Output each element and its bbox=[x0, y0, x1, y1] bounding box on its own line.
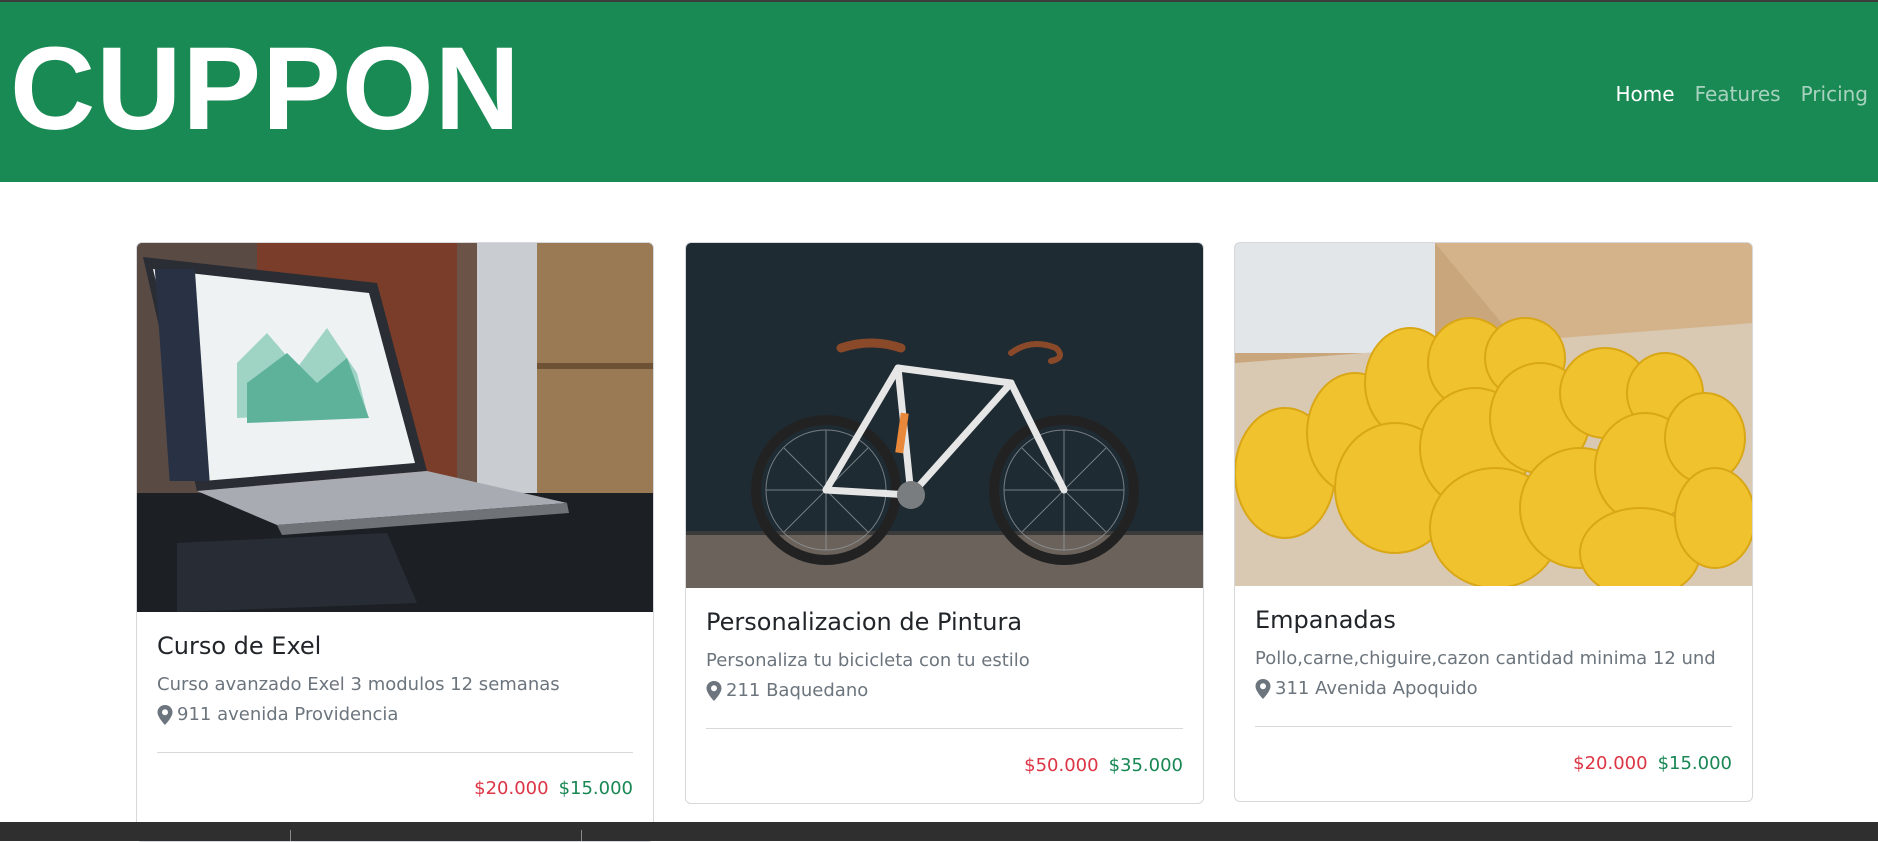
card-prices: $50.000 $35.000 bbox=[1024, 755, 1183, 776]
card-description: Pollo,carne,chiguire,cazon cantidad mini… bbox=[1255, 648, 1716, 669]
card-prices: $20.000 $15.000 bbox=[474, 778, 633, 799]
bicycle-photo bbox=[686, 243, 1203, 588]
deal-card-empanadas[interactable]: Empanadas Pollo,carne,chiguire,cazon can… bbox=[1234, 242, 1753, 802]
laptop-photo bbox=[137, 243, 653, 612]
card-address: 311 Avenida Apoquido bbox=[1255, 674, 1732, 704]
discount-price: $15.000 bbox=[1657, 753, 1732, 774]
bottom-taskbar bbox=[0, 822, 1878, 841]
card-address-text: 911 avenida Providencia bbox=[177, 704, 399, 725]
map-pin-icon bbox=[157, 705, 173, 725]
nav-menu: Home Features Pricing bbox=[1616, 82, 1868, 106]
nav-features-link[interactable]: Features bbox=[1695, 82, 1781, 106]
brand-logo[interactable]: CUPPON bbox=[10, 30, 521, 148]
card-title: Personalizacion de Pintura bbox=[706, 608, 1023, 636]
card-title: Empanadas bbox=[1255, 606, 1396, 634]
original-price: $20.000 bbox=[1573, 753, 1648, 774]
taskbar-separator bbox=[290, 830, 291, 841]
taskbar-separator bbox=[581, 830, 582, 841]
empanadas-photo bbox=[1235, 243, 1752, 586]
card-description: Curso avanzado Exel 3 modulos 12 semanas bbox=[157, 674, 560, 695]
card-divider bbox=[1255, 726, 1732, 727]
discount-price: $35.000 bbox=[1108, 755, 1183, 776]
original-price: $50.000 bbox=[1024, 755, 1099, 776]
card-title: Curso de Exel bbox=[157, 632, 322, 660]
map-pin-icon bbox=[1255, 679, 1271, 699]
card-description: Personaliza tu bicicleta con tu estilo bbox=[706, 650, 1030, 671]
navbar: CUPPON Home Features Pricing bbox=[0, 2, 1878, 182]
card-address: 211 Baquedano bbox=[706, 676, 1183, 706]
card-body: Curso de Exel Curso avanzado Exel 3 modu… bbox=[137, 612, 653, 730]
nav-pricing-link[interactable]: Pricing bbox=[1801, 82, 1868, 106]
card-address-text: 211 Baquedano bbox=[726, 680, 869, 701]
card-address-text: 311 Avenida Apoquido bbox=[1275, 678, 1478, 699]
card-body: Empanadas Pollo,carne,chiguire,cazon can… bbox=[1235, 586, 1752, 704]
card-divider bbox=[706, 728, 1183, 729]
deal-card-personalizacion-pintura[interactable]: Personalizacion de Pintura Personaliza t… bbox=[685, 242, 1204, 804]
card-body: Personalizacion de Pintura Personaliza t… bbox=[686, 588, 1203, 706]
card-prices: $20.000 $15.000 bbox=[1573, 753, 1732, 774]
deal-card-curso-exel[interactable]: Curso de Exel Curso avanzado Exel 3 modu… bbox=[136, 242, 654, 842]
map-pin-icon bbox=[706, 681, 722, 701]
original-price: $20.000 bbox=[474, 778, 549, 799]
card-divider bbox=[157, 752, 633, 753]
card-address: 911 avenida Providencia bbox=[157, 700, 633, 730]
nav-home-link[interactable]: Home bbox=[1616, 82, 1675, 106]
discount-price: $15.000 bbox=[558, 778, 633, 799]
